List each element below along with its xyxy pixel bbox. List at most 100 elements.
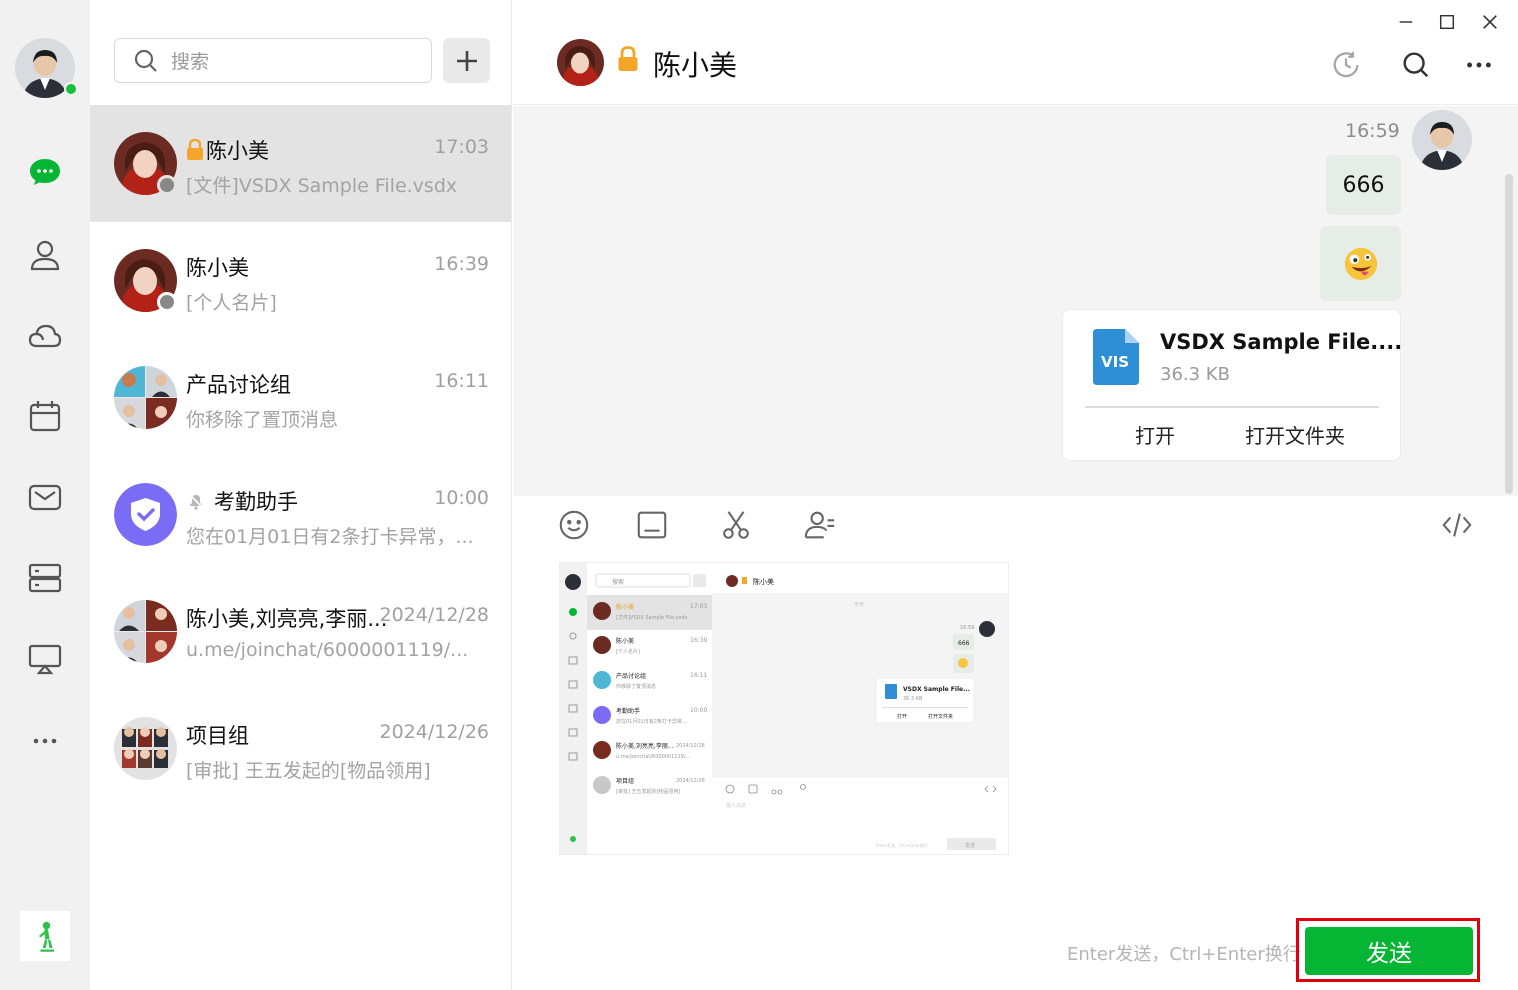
search-icon <box>134 49 157 72</box>
screenshot-button[interactable] <box>717 506 755 544</box>
app-logo[interactable] <box>20 911 70 961</box>
svg-text:17:03: 17:03 <box>690 603 707 610</box>
zany-face-emoji-icon <box>1344 247 1377 280</box>
chat-title: 陈小美 <box>653 49 738 82</box>
conversation-name: 陈小美 <box>186 256 249 280</box>
conversation-name-text: 考勤助手 <box>214 490 298 514</box>
maximize-button[interactable] <box>1433 8 1461 36</box>
conversation-item[interactable]: 陈小美 16:39 [个人名片] <box>90 222 511 339</box>
status-dot <box>157 175 177 195</box>
smiley-icon <box>559 510 589 540</box>
code-button[interactable] <box>1438 506 1476 544</box>
folder-icon <box>637 511 667 539</box>
emoji-message-bubble[interactable] <box>1320 226 1401 301</box>
conversation-item[interactable]: 考勤助手 10:00 您在01月01日有2条打卡异常，... <box>90 456 511 573</box>
send-button[interactable]: 发送 <box>1305 927 1473 975</box>
code-icon <box>1442 513 1472 537</box>
conversation-item[interactable]: 项目组 2024/12/26 [审批] 王五发起的[物品领用] <box>90 690 511 807</box>
my-avatar[interactable] <box>1412 110 1472 170</box>
clock-history-icon <box>1333 51 1359 78</box>
app-screenshot-thumbnail: 搜索 陈小美 17:03 [文件]VSDX Sample File.vsdx 陈… <box>560 563 1008 854</box>
more-options-button[interactable] <box>1462 48 1496 82</box>
svg-text:输入消息: 输入消息 <box>726 802 746 809</box>
person-icon <box>30 240 60 271</box>
pasted-image-preview[interactable]: 搜索 陈小美 17:03 [文件]VSDX Sample File.vsdx 陈… <box>559 562 1009 855</box>
open-folder-button[interactable]: 打开文件夹 <box>1245 420 1345 449</box>
add-button[interactable] <box>443 38 490 83</box>
svg-text:[个人名片]: [个人名片] <box>616 648 640 655</box>
calendar-icon <box>29 401 61 432</box>
chat-contact-avatar[interactable] <box>557 39 604 86</box>
status-dot <box>157 292 177 312</box>
emoji-button[interactable] <box>555 506 593 544</box>
conversation-list: 搜索 陈小美 17:03 [文件]VSDX Sample File.vsdx 陈… <box>90 0 512 990</box>
svg-text:u.me/joinchat/6000001119/...: u.me/joinchat/6000001119/... <box>616 754 691 760</box>
message-scrollbar[interactable] <box>1505 174 1513 494</box>
svg-text:项目组: 项目组 <box>616 777 634 785</box>
send-shortcut-hint: Enter发送，Ctrl+Enter换行 <box>1067 944 1301 965</box>
chat-search-button[interactable] <box>1399 48 1433 82</box>
conversation-time: 2024/12/28 <box>379 604 489 626</box>
scissors-icon <box>723 511 749 539</box>
svg-text:陈小美: 陈小美 <box>616 637 634 645</box>
conversation-item[interactable]: 陈小美 17:03 [文件]VSDX Sample File.vsdx <box>90 105 511 222</box>
svg-text:Enter发送，Ctrl+Enter换行: Enter发送，Ctrl+Enter换行 <box>876 842 928 848</box>
cloud-icon <box>28 324 62 348</box>
conversation-preview: 您在01月01日有2条打卡异常，... <box>186 526 474 548</box>
svg-text:VSDX Sample File...: VSDX Sample File... <box>903 686 970 693</box>
nav-cloud[interactable] <box>25 316 65 356</box>
share-contact-button[interactable] <box>801 506 839 544</box>
file-message-card[interactable]: VIS VSDX Sample File.... 36.3 KB 打开 打开文件… <box>1062 309 1402 461</box>
svg-text:[审批] 王五发起的[物品领用]: [审批] 王五发起的[物品领用] <box>616 788 680 795</box>
svg-text:2024/12/26: 2024/12/26 <box>676 778 705 784</box>
conversation-time: 2024/12/26 <box>379 721 489 743</box>
svg-text:2024/12/28: 2024/12/28 <box>676 743 705 749</box>
conversation-preview: 你移除了置顶消息 <box>186 409 339 431</box>
history-button[interactable] <box>1329 48 1363 82</box>
vsdx-file-icon: VIS <box>1093 329 1139 385</box>
svg-text:产品讨论组: 产品讨论组 <box>616 672 646 680</box>
svg-text:陈小美: 陈小美 <box>753 577 774 586</box>
svg-text:36.3 KB: 36.3 KB <box>903 696 923 702</box>
nav-apps[interactable] <box>25 558 65 598</box>
chat-bubble-icon <box>30 159 60 185</box>
svg-text:666: 666 <box>958 640 970 647</box>
svg-text:16:11: 16:11 <box>690 672 707 679</box>
conversation-item[interactable]: 陈小美,刘亮亮,李丽... 2024/12/28 u.me/joinchat/6… <box>90 573 511 690</box>
text-message-bubble[interactable]: 666 <box>1326 155 1401 215</box>
svg-text:VIS: VIS <box>1101 353 1129 371</box>
svg-text:16:39: 16:39 <box>690 637 707 644</box>
svg-text:您在01月01日有2条打卡异常...: 您在01月01日有2条打卡异常... <box>616 718 687 725</box>
file-button[interactable] <box>633 506 671 544</box>
robot-logo-icon <box>39 921 54 952</box>
conversation-item[interactable]: 产品讨论组 16:11 你移除了置顶消息 <box>90 339 511 456</box>
svg-text:打开: 打开 <box>897 713 907 720</box>
chat-header: 陈小美 <box>513 0 1518 105</box>
search-box[interactable]: 搜索 <box>114 38 432 83</box>
conversation-time: 16:39 <box>434 253 489 275</box>
nav-mail[interactable] <box>25 477 65 517</box>
svg-text:考勤助手: 考勤助手 <box>616 707 640 715</box>
maximize-icon <box>1439 14 1455 30</box>
svg-text:16:59: 16:59 <box>960 625 974 631</box>
server-icon <box>28 563 62 593</box>
nav-more[interactable] <box>25 721 65 761</box>
nav-contacts[interactable] <box>25 235 65 275</box>
open-file-button[interactable]: 打开 <box>1135 420 1175 449</box>
search-input[interactable]: 搜索 <box>171 47 209 74</box>
svg-text:发送: 发送 <box>965 842 975 849</box>
file-size: 36.3 KB <box>1160 364 1230 385</box>
group-avatar <box>114 600 177 663</box>
svg-text:今天: 今天 <box>854 601 864 608</box>
minimize-button[interactable] <box>1392 8 1420 36</box>
svg-text:搜索: 搜索 <box>612 578 624 586</box>
more-dots-icon <box>1467 62 1491 68</box>
nav-chats[interactable] <box>25 152 65 192</box>
nav-screen-share[interactable] <box>25 639 65 679</box>
conversation-preview: u.me/joinchat/6000001119/... <box>186 639 469 661</box>
close-button[interactable] <box>1476 8 1504 36</box>
nav-calendar[interactable] <box>25 396 65 436</box>
conversation-name: 产品讨论组 <box>186 373 291 397</box>
conversation-time: 16:11 <box>434 370 489 392</box>
plus-icon <box>456 50 477 71</box>
